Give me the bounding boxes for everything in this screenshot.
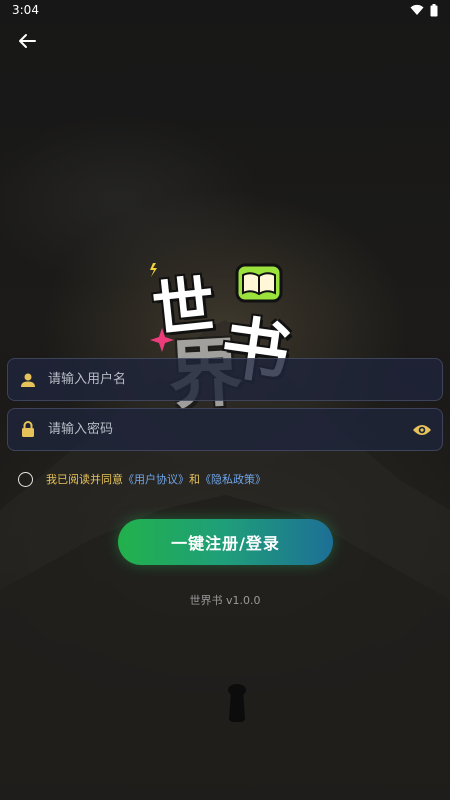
version-label: 世界书 v1.0.0 <box>189 594 261 607</box>
register-login-button[interactable]: 一键注册/登录 <box>118 519 333 565</box>
user-agreement-link[interactable]: 《用户协议》 <box>123 471 189 487</box>
agreement-prefix: 我已阅读并同意 <box>46 473 123 486</box>
eye-icon[interactable] <box>402 423 442 437</box>
privacy-policy-link[interactable]: 《隐私政策》 <box>200 471 266 487</box>
status-bar: 3:04 <box>0 0 450 20</box>
agreement-and: 和 <box>189 473 200 486</box>
password-field[interactable] <box>7 408 443 451</box>
status-time: 3:04 <box>12 3 39 17</box>
username-field[interactable] <box>7 358 443 401</box>
agreement-radio[interactable] <box>18 471 33 487</box>
agreement-row: 我已阅读并同意 《用户协议》 和 《隐私政策》 <box>18 469 266 489</box>
username-input[interactable] <box>48 359 442 400</box>
wifi-icon <box>410 4 424 15</box>
battery-icon <box>430 3 438 16</box>
password-input[interactable] <box>48 409 402 450</box>
user-icon <box>8 372 48 388</box>
back-button[interactable] <box>14 30 40 52</box>
lock-icon <box>8 421 48 438</box>
book-icon <box>235 263 283 303</box>
arrow-left-icon <box>19 34 36 48</box>
